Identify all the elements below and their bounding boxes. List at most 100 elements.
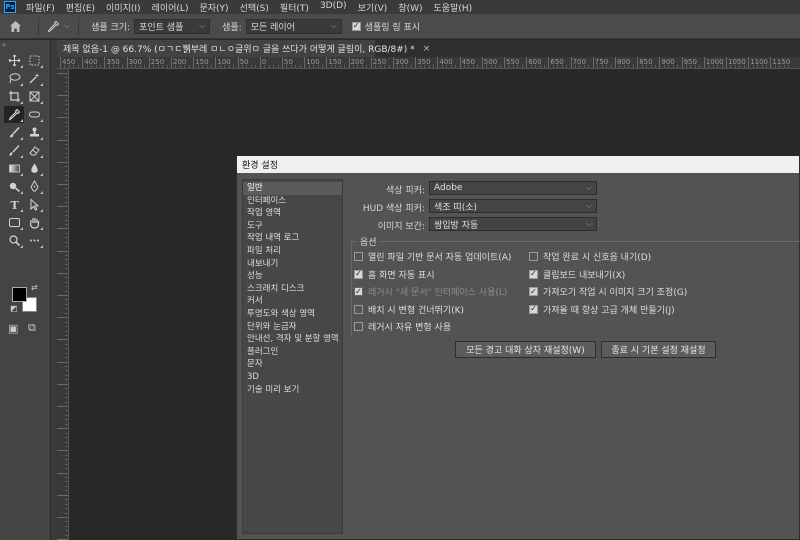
- sidebar-item[interactable]: 내보내기: [243, 258, 342, 271]
- option-row[interactable]: ✓ 가져오기 작업 시 이미지 크기 조정(G): [529, 285, 687, 298]
- sidebar-item[interactable]: 문자: [243, 358, 342, 371]
- sidebar-item[interactable]: 투명도와 색상 영역: [243, 308, 342, 321]
- collapse-icon[interactable]: «: [2, 41, 6, 49]
- type-tool[interactable]: T: [4, 196, 24, 213]
- hud-picker-select[interactable]: 색조 띠(소) ⌵: [429, 199, 597, 213]
- quick-mask-icon[interactable]: ▣: [8, 322, 18, 335]
- pen-tool[interactable]: [24, 178, 44, 195]
- dialog-title: 환경 설정: [237, 156, 799, 173]
- ruler-minor-tick: [65, 348, 68, 350]
- gradient-tool[interactable]: [4, 160, 24, 177]
- swap-colors-icon[interactable]: ⇄: [31, 283, 38, 292]
- default-colors-icon[interactable]: ◩: [10, 304, 18, 313]
- reset-warnings-button[interactable]: 모든 경고 대화 상자 재설정(W): [455, 341, 596, 358]
- reset-preferences-button[interactable]: 종료 시 기본 설정 재설정: [601, 341, 716, 358]
- eyedropper-tool[interactable]: [4, 106, 24, 123]
- sidebar-item[interactable]: 작업 내역 로그: [243, 232, 342, 245]
- option-row[interactable]: 열린 파일 기반 문서 자동 업데이트(A): [354, 250, 511, 263]
- color-picker-select[interactable]: Adobe ⌵: [429, 181, 597, 195]
- flyout-indicator: [40, 191, 43, 194]
- interp-value: 쌍입방 자동: [434, 220, 479, 231]
- stamp-tool[interactable]: [24, 124, 44, 141]
- sidebar-item[interactable]: 일반: [243, 182, 342, 195]
- sidebar-item[interactable]: 작업 영역: [243, 207, 342, 220]
- spot-healing-tool[interactable]: [24, 106, 44, 123]
- sample-size-select[interactable]: 포인트 샘플 ⌵: [134, 18, 211, 34]
- checkbox-checked[interactable]: ✓: [354, 269, 363, 279]
- sidebar-item[interactable]: 커서: [243, 295, 342, 308]
- ruler-tick-label: 450: [62, 58, 76, 66]
- foreground-color-swatch[interactable]: [12, 287, 27, 302]
- home-button[interactable]: [0, 20, 30, 33]
- blur-tool[interactable]: [24, 160, 44, 177]
- menu-item[interactable]: 3D(D): [314, 1, 352, 14]
- checkbox-checked[interactable]: ✓: [529, 304, 538, 314]
- sidebar-item[interactable]: 도구: [243, 220, 342, 233]
- rectangle-tool[interactable]: [4, 214, 24, 231]
- checkbox[interactable]: [354, 252, 363, 261]
- eraser-tool[interactable]: [24, 142, 44, 159]
- menu-item[interactable]: 보기(V): [352, 1, 393, 14]
- crop-tool[interactable]: [4, 88, 24, 105]
- move-tool[interactable]: [4, 52, 24, 69]
- sidebar-item[interactable]: 3D: [243, 371, 342, 384]
- menu-item[interactable]: 편집(E): [60, 1, 100, 14]
- document-tab[interactable]: 제목 없음-1 @ 66.7% (ㅁㄱㄷ뷁부레 ㅁㄴㅇ글위ㅁ 글을 쓰다가 어떻…: [57, 40, 430, 57]
- option-row[interactable]: ✓ 홈 화면 자동 표시: [354, 268, 435, 281]
- checkbox-checked[interactable]: ✓: [529, 269, 538, 279]
- menu-item[interactable]: 문자(Y): [193, 1, 233, 14]
- checkbox[interactable]: [354, 304, 363, 314]
- close-icon[interactable]: ×: [423, 44, 431, 54]
- sidebar-item[interactable]: 플러그인: [243, 346, 342, 359]
- interp-select[interactable]: 쌍입방 자동 ⌵: [429, 217, 597, 231]
- ruler-minor-tick: [65, 237, 68, 239]
- ruler-minor-tick: [65, 232, 68, 234]
- checkbox-checked[interactable]: ✓: [529, 287, 538, 296]
- ruler-minor-tick: [65, 99, 68, 101]
- tool-row: [4, 178, 44, 195]
- tool-row: [4, 214, 44, 231]
- checkbox-checked: ✓: [354, 286, 363, 296]
- checkbox[interactable]: [354, 322, 363, 331]
- marquee-tool[interactable]: [24, 52, 44, 69]
- dodge-tool[interactable]: [4, 178, 24, 195]
- sidebar-item[interactable]: 인터페이스: [243, 195, 342, 208]
- tool-preset-picker[interactable]: ⌵: [47, 20, 70, 33]
- sidebar-item[interactable]: 기술 미리 보기: [243, 384, 342, 397]
- option-row[interactable]: 배치 시 변형 건너뛰기(K): [354, 303, 464, 316]
- menu-item[interactable]: 필터(T): [274, 1, 314, 14]
- sidebar-item[interactable]: 스크래치 디스크: [243, 283, 342, 296]
- option-row[interactable]: ✓ 가져올 때 항상 고급 개체 만들기(J): [529, 303, 675, 316]
- menu-item[interactable]: 선택(S): [234, 1, 274, 14]
- sidebar-item[interactable]: 안내선, 격자 및 분할 영역: [243, 333, 342, 346]
- menu-item[interactable]: 이미지(I): [100, 1, 146, 14]
- screen-mode-icon[interactable]: ⧉: [28, 321, 36, 335]
- path-selection-tool[interactable]: [24, 196, 44, 213]
- more-tools-tool[interactable]: [24, 232, 44, 249]
- ruler-major-tick: [57, 73, 68, 74]
- checkbox[interactable]: [529, 252, 538, 261]
- sample-select[interactable]: 모든 레이어 ⌵: [245, 18, 342, 34]
- zoom-tool[interactable]: [4, 232, 24, 249]
- hand-tool[interactable]: [24, 214, 44, 231]
- sidebar-item[interactable]: 성능: [243, 270, 342, 283]
- frame-tool[interactable]: [24, 88, 44, 105]
- ruler-minor-tick: [255, 65, 257, 68]
- menu-item[interactable]: 도움말(H): [428, 1, 478, 14]
- chevron-down-icon: ⌵: [585, 183, 592, 192]
- sidebar-item[interactable]: 단위와 눈금자: [243, 321, 342, 334]
- ruler-major-tick: [57, 295, 68, 296]
- history-brush-tool[interactable]: [4, 142, 24, 159]
- show-ring-checkbox[interactable]: ✓: [351, 21, 361, 31]
- color-picker-value: Adobe: [434, 183, 463, 193]
- sidebar-item[interactable]: 파일 처리: [243, 245, 342, 258]
- option-row[interactable]: 레거시 자유 변형 사용: [354, 320, 451, 333]
- magic-wand-tool[interactable]: [24, 70, 44, 87]
- menu-item[interactable]: 창(W): [392, 1, 427, 14]
- option-row[interactable]: ✓ 클립보드 내보내기(X): [529, 268, 625, 281]
- brush-tool[interactable]: [4, 124, 24, 141]
- option-row[interactable]: 작업 완료 시 신호음 내기(D): [529, 250, 651, 263]
- lasso-tool[interactable]: [4, 70, 24, 87]
- menu-item[interactable]: 레이어(L): [146, 1, 194, 14]
- menu-item[interactable]: 파일(F): [20, 1, 60, 14]
